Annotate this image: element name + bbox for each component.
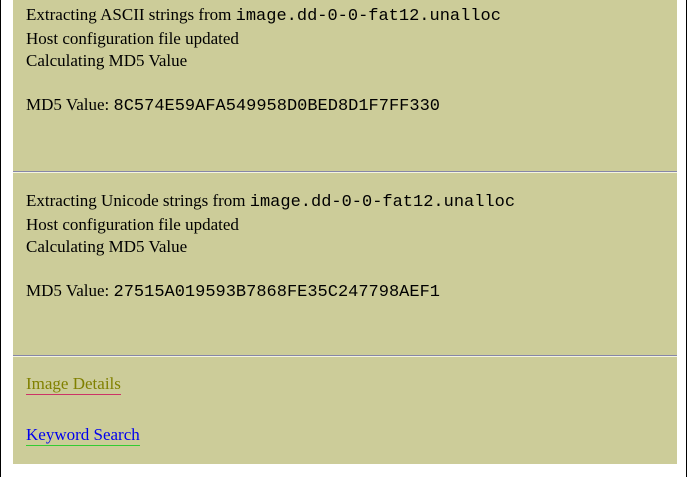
md5-line: MD5 Value: 8C574E59AFA549958D0BED8D1F7FF… bbox=[26, 94, 501, 118]
host-config-message: Host configuration file updated bbox=[26, 215, 239, 234]
md5-line: MD5 Value: 27515A019593B7868FE35C247798A… bbox=[26, 280, 515, 304]
output-panel: Extracting ASCII strings from image.dd-0… bbox=[13, 0, 677, 464]
md5-value: 27515A019593B7868FE35C247798AEF1 bbox=[113, 283, 440, 302]
md5-label: MD5 Value: bbox=[26, 95, 114, 114]
extract-line: Extracting Unicode strings from image.dd… bbox=[26, 190, 515, 214]
section-divider bbox=[13, 355, 677, 357]
calculating-md5-message: Calculating MD5 Value bbox=[26, 237, 188, 256]
unicode-extraction-section: Extracting Unicode strings from image.dd… bbox=[26, 190, 515, 304]
md5-label: MD5 Value: bbox=[26, 281, 114, 300]
md5-value: 8C574E59AFA549958D0BED8D1F7FF330 bbox=[113, 97, 440, 116]
extract-prefix: Extracting ASCII strings from bbox=[26, 5, 236, 24]
filename: image.dd-0-0-fat12.unalloc bbox=[235, 7, 501, 26]
calculating-md5-message: Calculating MD5 Value bbox=[26, 51, 188, 70]
host-config-message: Host configuration file updated bbox=[26, 29, 239, 48]
ascii-extraction-section: Extracting ASCII strings from image.dd-0… bbox=[26, 4, 501, 118]
section-divider bbox=[13, 171, 677, 173]
page-frame: Extracting ASCII strings from image.dd-0… bbox=[0, 0, 687, 477]
keyword-search-link[interactable]: Keyword Search bbox=[26, 425, 140, 446]
extract-line: Extracting ASCII strings from image.dd-0… bbox=[26, 4, 501, 28]
extract-prefix: Extracting Unicode strings from bbox=[26, 191, 250, 210]
image-details-link[interactable]: Image Details bbox=[26, 374, 121, 395]
filename: image.dd-0-0-fat12.unalloc bbox=[249, 193, 516, 212]
